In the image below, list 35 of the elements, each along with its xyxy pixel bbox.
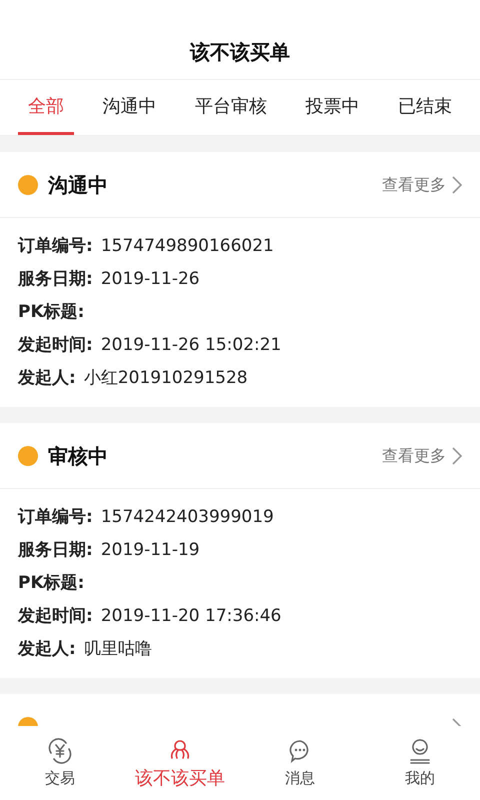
- field-value: 2019-11-19: [100, 538, 200, 562]
- field-value: 1574242403999019: [100, 506, 274, 529]
- filter-tab[interactable]: 沟通中: [92, 80, 166, 135]
- field-value: 2019-11-26: [100, 268, 200, 291]
- field-value: 1574749890166021: [100, 234, 274, 258]
- yen-cycle-icon: [46, 736, 74, 765]
- filter-tab[interactable]: 全部: [18, 80, 74, 135]
- field-label: 发起时间:: [18, 334, 93, 357]
- field-label: 服务日期:: [18, 268, 93, 291]
- view-more-link[interactable]: 查看更多: [382, 172, 462, 196]
- field-value: 小红201910291528: [84, 366, 248, 390]
- nav-tab[interactable]: 交易: [0, 736, 120, 790]
- field-value: 叽里咕噜: [84, 638, 152, 661]
- field-label: 发起人:: [18, 366, 76, 390]
- filter-tab[interactable]: 已结束: [388, 80, 462, 135]
- nav-tab[interactable]: 我的: [360, 736, 480, 790]
- filter-tab[interactable]: 投票中: [296, 80, 370, 135]
- view-more-link[interactable]: 查看更多: [382, 444, 462, 468]
- status-title: 审核中: [48, 442, 108, 470]
- field-label: 订单编号:: [18, 506, 93, 529]
- chevron-right-icon: [452, 446, 462, 464]
- page-title: 该不该买单: [190, 39, 290, 66]
- filter-tab[interactable]: 平台审核: [185, 80, 277, 135]
- chevron-right-icon: [452, 176, 462, 194]
- nav-tab[interactable]: 消息: [240, 736, 360, 790]
- status-title: 沟通中: [48, 172, 108, 198]
- field-label: 发起时间:: [18, 604, 93, 628]
- field-label: 订单编号:: [18, 234, 93, 258]
- field-label: PK标题:: [18, 300, 84, 324]
- field-label: 发起人:: [18, 638, 76, 661]
- field-value: 2019-11-26 15:02:21: [100, 334, 282, 357]
- field-label: 服务日期:: [18, 538, 93, 562]
- nav-tab[interactable]: 该不该买单: [120, 734, 240, 792]
- field-label: PK标题:: [18, 572, 84, 595]
- field-value: 2019-11-20 17:36:46: [100, 604, 282, 628]
